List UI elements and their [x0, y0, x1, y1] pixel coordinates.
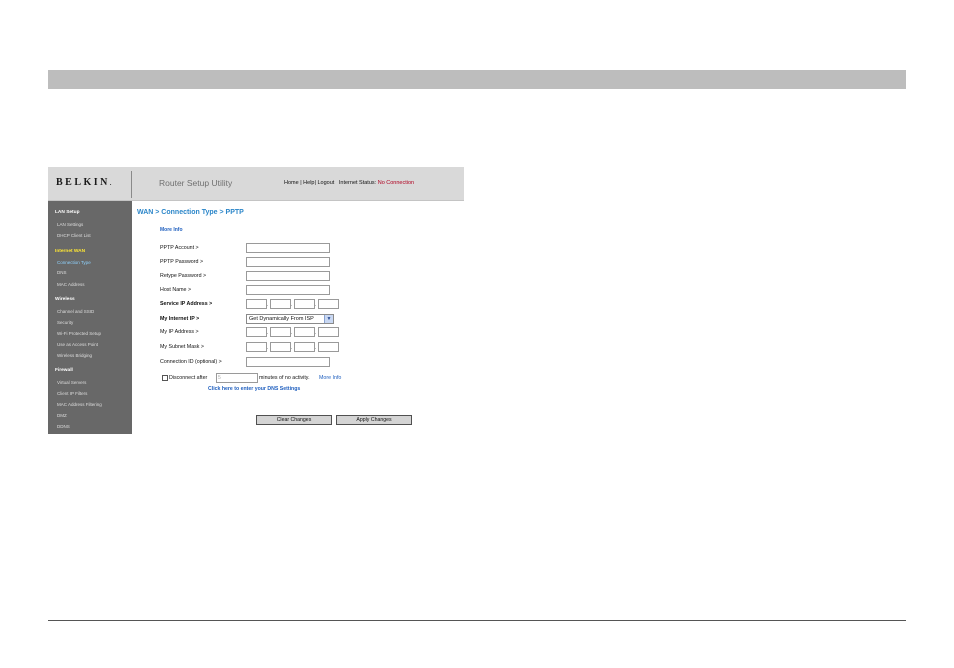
help-link[interactable]: Help: [303, 180, 314, 186]
internet-status-label: Internet Status:: [338, 180, 377, 186]
ip-dot: .: [315, 302, 317, 308]
sidebar-item-wps[interactable]: Wi-Fi Protected Setup: [57, 331, 101, 336]
main-content: WAN > Connection Type > PPTP More Info P…: [132, 201, 464, 434]
page-header: BELKIN. Router Setup Utility Home | Help…: [48, 167, 464, 201]
ip-dot: .: [315, 330, 317, 336]
chevron-down-icon[interactable]: ▼: [324, 315, 333, 323]
more-info-link[interactable]: More Info: [160, 227, 183, 233]
my-subnet-mask-label: My Subnet Mask >: [160, 344, 205, 350]
my-ip-octet-3[interactable]: [294, 327, 315, 337]
ip-dot: .: [267, 330, 269, 336]
sidebar-item-virtual-servers[interactable]: Virtual Servers: [57, 380, 86, 385]
service-ip-label: Service IP Address >: [160, 301, 213, 307]
ip-dot: .: [315, 345, 317, 351]
clear-changes-button[interactable]: Clear Changes: [256, 415, 332, 425]
connection-id-label: Connection ID (optional) >: [160, 359, 222, 365]
retype-password-label: Retype Password >: [160, 273, 207, 279]
sidebar-item-ddns[interactable]: DDNS: [57, 424, 70, 429]
my-ip-octet-4[interactable]: [318, 327, 339, 337]
sidebar-section-firewall[interactable]: Firewall: [55, 368, 73, 373]
sidebar-item-access-point[interactable]: Use as Access Point: [57, 342, 98, 347]
belkin-logo: BELKIN.: [56, 177, 112, 188]
pptp-account-label: PPTP Account >: [160, 245, 199, 251]
header-divider: [131, 171, 132, 198]
subnet-octet-1[interactable]: [246, 342, 267, 352]
disconnect-label: Disconnect after: [169, 375, 208, 381]
connection-id-input[interactable]: [246, 357, 330, 367]
service-ip-octet-2[interactable]: [270, 299, 291, 309]
router-setup-screenshot: BELKIN. Router Setup Utility Home | Help…: [48, 167, 464, 434]
sidebar-section-lan-setup[interactable]: LAN Setup: [55, 210, 80, 215]
sidebar-item-security[interactable]: Security: [57, 320, 73, 325]
internet-ip-select-value: Get Dynamically From ISP: [249, 316, 314, 322]
service-ip-octet-1[interactable]: [246, 299, 267, 309]
disconnect-minutes-input[interactable]: 5: [216, 373, 258, 383]
logout-link[interactable]: Logout: [317, 180, 334, 186]
ip-dot: .: [267, 345, 269, 351]
sidebar-item-wireless-bridging[interactable]: Wireless Bridging: [57, 353, 92, 358]
ip-dot: .: [291, 345, 293, 351]
sidebar-item-dns[interactable]: DNS: [57, 270, 67, 275]
host-name-input[interactable]: [246, 285, 330, 295]
subnet-octet-4[interactable]: [318, 342, 339, 352]
my-ip-octet-1[interactable]: [246, 327, 267, 337]
dns-settings-link[interactable]: Click here to enter your DNS Settings: [208, 386, 300, 392]
pptp-password-input[interactable]: [246, 257, 330, 267]
nav-separator: |: [314, 180, 316, 186]
apply-changes-button[interactable]: Apply Changes: [336, 415, 412, 425]
sidebar-item-connection-type[interactable]: Connection Type: [57, 260, 91, 265]
service-ip-octet-4[interactable]: [318, 299, 339, 309]
sidebar: LAN Setup LAN Settings DHCP Client List …: [48, 201, 132, 434]
breadcrumb: WAN > Connection Type > PPTP: [137, 209, 244, 216]
nav-separator: |: [300, 180, 302, 186]
retype-password-input[interactable]: [246, 271, 330, 281]
my-ip-address-label: My IP Address >: [160, 329, 199, 335]
disconnect-checkbox[interactable]: [162, 375, 168, 381]
sidebar-item-client-ip-filters[interactable]: Client IP Filters: [57, 391, 87, 396]
bottom-divider: [48, 620, 906, 621]
pptp-account-input[interactable]: [246, 243, 330, 253]
sidebar-item-mac-address[interactable]: MAC Address: [57, 282, 85, 287]
app-title: Router Setup Utility: [159, 178, 233, 188]
sidebar-item-mac-filtering[interactable]: MAC Address Filtering: [57, 402, 102, 407]
sidebar-item-channel-ssid[interactable]: Channel and SSID: [57, 309, 94, 314]
home-link[interactable]: Home: [284, 180, 299, 186]
more-info-link-2[interactable]: More Info: [319, 375, 341, 381]
service-ip-octet-3[interactable]: [294, 299, 315, 309]
minutes-label: minutes of no activity.: [259, 375, 310, 381]
internet-status-value: No Connection: [377, 180, 415, 186]
internet-ip-select[interactable]: Get Dynamically From ISP ▼: [246, 314, 334, 324]
sidebar-section-wireless[interactable]: Wireless: [55, 297, 75, 302]
sidebar-item-lan-settings[interactable]: LAN Settings: [57, 222, 83, 227]
my-internet-ip-label: My Internet IP >: [160, 316, 200, 322]
ip-dot: .: [267, 302, 269, 308]
sidebar-item-dhcp-client-list[interactable]: DHCP Client List: [57, 233, 91, 238]
host-name-label: Host Name >: [160, 287, 192, 293]
subnet-octet-3[interactable]: [294, 342, 315, 352]
header-nav: Home | Help| Logout Internet Status: No …: [284, 180, 414, 186]
sidebar-item-dmz[interactable]: DMZ: [57, 413, 67, 418]
top-banner-bar: [48, 70, 906, 89]
subnet-octet-2[interactable]: [270, 342, 291, 352]
ip-dot: .: [291, 330, 293, 336]
pptp-password-label: PPTP Password >: [160, 259, 204, 265]
ip-dot: .: [291, 302, 293, 308]
my-ip-octet-2[interactable]: [270, 327, 291, 337]
sidebar-section-internet-wan[interactable]: Internet WAN: [55, 249, 85, 254]
